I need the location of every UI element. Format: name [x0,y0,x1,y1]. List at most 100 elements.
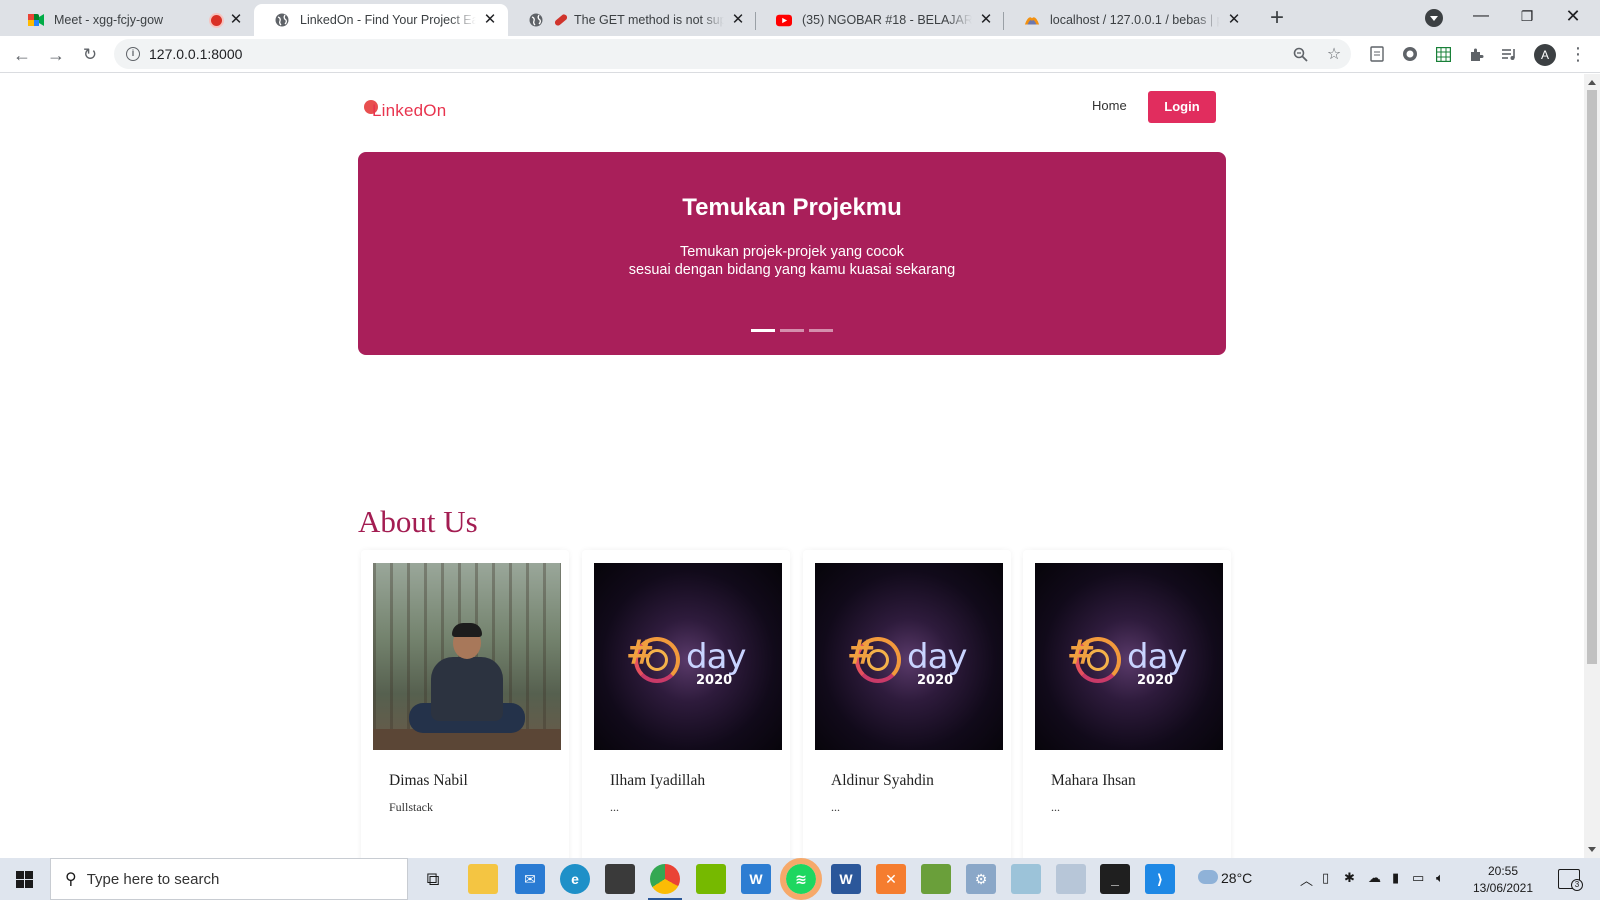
window-close-button[interactable]: ✕ [1550,0,1596,34]
hero-title: Temukan Projekmu [682,194,902,221]
page-scrollbar[interactable] [1584,74,1600,858]
tab-title: Meet - xgg-fcjy-gow [54,13,164,27]
terminal-icon[interactable]: _ [1100,864,1130,894]
device-icon[interactable]: ▯ [1322,870,1329,886]
youtube-icon [776,12,792,28]
team-member-role: ... [610,800,619,814]
restore-button[interactable]: ❐ [1504,0,1550,34]
dday-logo-year: 2020 [917,673,954,688]
url-text[interactable]: 127.0.0.1:8000 [149,46,242,62]
edge-icon[interactable]: e [560,864,590,894]
scroll-up-icon[interactable] [1588,80,1596,85]
carousel-indicator-2[interactable] [780,329,804,332]
image-viewer-icon[interactable] [921,864,951,894]
carousel-indicator-3[interactable] [809,329,833,332]
weather-icon[interactable] [1198,870,1218,884]
settings-tool-icon[interactable]: ⚙ [966,864,996,894]
dday-2020-logo-image: # day 2020 [815,563,1003,750]
close-tab-icon[interactable]: ✕ [1226,12,1242,28]
login-button[interactable]: Login [1148,91,1216,123]
tab-youtube[interactable]: (35) NGOBAR #18 - BELAJAR LARAVEL ✕ [756,4,1004,36]
team-member-card: Dimas Nabil Fullstack [361,550,569,858]
minimize-button[interactable]: — [1458,0,1504,34]
close-tab-icon[interactable]: ✕ [482,12,498,28]
close-tab-icon[interactable]: ✕ [228,12,244,28]
bluetooth-icon[interactable]: ✱ [1344,870,1355,886]
extensions-puzzle-icon[interactable] [1464,42,1488,66]
windows-start-icon[interactable] [16,871,33,888]
tab-search-icon[interactable] [1425,9,1443,27]
clock[interactable]: 20:55 13/06/2021 [1470,863,1536,897]
weather-temperature[interactable]: 28°C [1221,870,1252,886]
dday-2020-logo-image: # day 2020 [1035,563,1223,750]
notes-app-icon[interactable] [1011,864,1041,894]
reading-mode-icon[interactable] [1365,42,1389,66]
photo-app-icon[interactable] [1056,864,1086,894]
close-tab-icon[interactable]: ✕ [978,12,994,28]
profile-avatar[interactable]: A [1534,44,1556,66]
tab-phpmyadmin[interactable]: localhost / 127.0.0.1 / bebas | phpMyAdm… [1004,4,1252,36]
task-view-icon[interactable]: ⧉ [418,864,448,894]
dday-logo-word: day [686,637,747,677]
clock-time: 20:55 [1487,864,1519,878]
team-member-role: Fullstack [389,800,433,814]
xampp-icon[interactable]: ✕ [876,864,906,894]
tab-linkedon[interactable]: LinkedOn - Find Your Project Easily ✕ [254,4,508,36]
tab-title: The GET method is not supported [574,13,724,27]
tab-meet[interactable]: Meet - xgg-fcjy-gow ✕ [8,4,254,36]
store-icon[interactable] [605,864,635,894]
dday-logo-word: day [907,637,968,677]
sheets-extension-icon[interactable] [1431,42,1455,66]
microphone-icon[interactable]: ▮ [1392,870,1399,886]
chrome-icon[interactable] [648,864,682,900]
vscode-icon[interactable]: ⟩ [1145,864,1175,894]
team-member-name: Mahara Ihsan [1051,772,1136,789]
laravel-error-icon [553,13,569,27]
nvidia-icon[interactable] [696,864,726,894]
dday-2020-logo-image: # day 2020 [594,563,782,750]
windows-taskbar: ⚲ Type here to search ⧉ ✉ e W ≋ W ✕ ⚙ _ … [0,858,1600,900]
carousel-indicator-1[interactable] [751,329,775,332]
menu-kebab-icon[interactable]: ⋮ [1566,42,1590,66]
team-member-role: ... [1051,800,1060,814]
extension-globe-icon[interactable] [1398,42,1422,66]
back-button[interactable]: ← [9,42,35,68]
battery-icon[interactable]: ▭ [1412,870,1424,886]
forward-button[interactable]: → [43,42,69,68]
close-tab-icon[interactable]: ✕ [730,12,746,28]
wps-writer-icon[interactable]: W [741,864,771,894]
volume-icon[interactable]: 🔈︎ [1436,870,1444,886]
taskbar-search-placeholder: Type here to search [86,870,220,888]
mail-icon[interactable]: ✉ [515,864,545,894]
tab-title: LinkedOn - Find Your Project Easily [300,13,476,27]
hero-carousel: Temukan Projekmu Temukan projek-projek y… [358,152,1226,355]
recording-icon [211,14,222,26]
zoom-icon[interactable] [1289,43,1311,65]
bookmark-star-icon[interactable]: ☆ [1323,43,1345,65]
chevron-up-icon[interactable]: ︿ [1300,870,1313,889]
dday-logo-year: 2020 [696,673,733,688]
reload-button[interactable]: ↻ [77,42,103,68]
scrollbar-thumb[interactable] [1587,90,1597,664]
brand-logo[interactable]: LinkedOn [362,96,446,126]
team-member-role: ... [831,800,840,814]
word-icon[interactable]: W [831,864,861,894]
tab-strip: Meet - xgg-fcjy-gow ✕ LinkedOn - Find Yo… [0,0,1600,36]
address-bar[interactable]: i 127.0.0.1:8000 ☆ [114,39,1351,69]
page-viewport: LinkedOn Home Login Temukan Projekmu Tem… [0,74,1584,858]
site-info-icon[interactable]: i [126,47,140,61]
new-tab-button[interactable]: + [1264,6,1290,32]
scroll-down-icon[interactable] [1588,847,1596,852]
browser-toolbar: ← → ↻ i 127.0.0.1:8000 ☆ A ⋮ [0,36,1600,73]
team-member-card: # day 2020 Ilham Iyadillah ... [582,550,790,858]
nav-home-link[interactable]: Home [1092,98,1127,113]
globe-icon [274,12,290,28]
onedrive-icon[interactable]: ☁ [1368,870,1381,886]
spotify-icon[interactable]: ≋ [780,858,822,900]
tab-title: (35) NGOBAR #18 - BELAJAR LARAVEL [802,13,972,27]
tab-get-error[interactable]: The GET method is not supported ✕ [508,4,756,36]
taskbar-search-box[interactable]: ⚲ Type here to search [50,858,408,900]
file-explorer-icon[interactable] [468,864,498,894]
clock-date: 13/06/2021 [1472,881,1534,895]
media-control-icon[interactable] [1497,42,1521,66]
